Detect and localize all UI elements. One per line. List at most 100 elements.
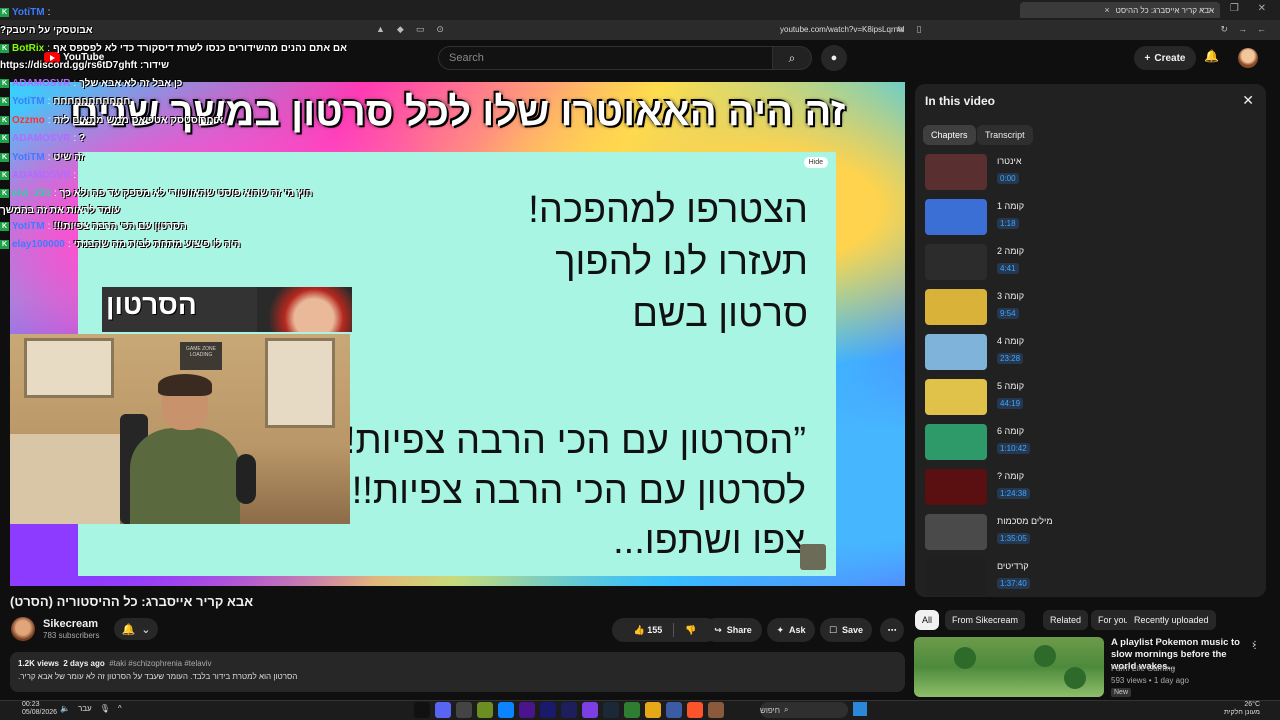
search-input[interactable]: Search	[438, 46, 774, 70]
screen-icon[interactable]: ▭	[416, 24, 425, 35]
share-label: Share	[726, 625, 752, 635]
chapter-timestamp[interactable]: 1:35:05	[997, 533, 1030, 544]
chapter-item[interactable]: קומה 3 9:54	[925, 289, 1255, 327]
app-icon[interactable]	[498, 702, 514, 718]
tab-transcript[interactable]: Transcript	[977, 125, 1033, 145]
back-icon[interactable]: →	[1238, 24, 1247, 35]
language-indicator[interactable]: עבר	[78, 704, 92, 713]
rec-more-icon[interactable]: ⋮	[1250, 640, 1260, 651]
app-icon[interactable]	[477, 702, 493, 718]
chat-username[interactable]: YotiTM	[12, 221, 45, 232]
volume-icon[interactable]: 🔈	[60, 704, 70, 713]
chapter-timestamp[interactable]: 0:00	[997, 173, 1019, 184]
chat-username[interactable]: BotRix	[12, 43, 44, 54]
chat-username[interactable]: elay100000	[12, 239, 65, 250]
brave-icon[interactable]	[687, 702, 703, 718]
chapter-item[interactable]: קומה 4 23:28	[925, 334, 1255, 372]
filter-chip[interactable]: Recently uploaded	[1127, 610, 1216, 630]
chapter-timestamp[interactable]: 1:10:42	[997, 443, 1030, 454]
steam-icon[interactable]	[603, 702, 619, 718]
chat-username[interactable]: YotiTM	[12, 7, 45, 18]
chapter-item[interactable]: מילים מסכמות 1:35:05	[925, 514, 1255, 552]
filter-chip[interactable]: All	[915, 610, 940, 630]
chapter-timestamp[interactable]: 44:19	[997, 398, 1024, 409]
chat-username[interactable]: ADAMOSVR	[12, 170, 70, 181]
chat-username[interactable]: Ozzmo	[12, 115, 45, 126]
bookmark-icon[interactable]: ▯	[917, 24, 922, 35]
streamer-hair	[158, 374, 212, 396]
like-button[interactable]: 👍 155	[634, 625, 663, 636]
video-player[interactable]: זה היה האאוטרו שלו לכל סרטון במשך שנים H…	[10, 82, 905, 586]
tray-chevron-icon[interactable]: ^	[118, 704, 122, 713]
chat-username[interactable]: YotiTM	[12, 152, 45, 163]
shield-icon[interactable]: ◆	[397, 24, 404, 35]
save-button[interactable]: ☐ Save	[820, 618, 872, 642]
chapter-timestamp[interactable]: 4:41	[997, 263, 1019, 274]
filter-chip[interactable]: From Sikecream	[945, 610, 1026, 630]
app-icon[interactable]	[666, 702, 682, 718]
share-icon[interactable]: ⊙	[436, 24, 444, 35]
more-actions-button[interactable]: ⋯	[880, 618, 904, 642]
after-effects-icon[interactable]	[540, 702, 556, 718]
chat-username[interactable]: ADAMOSVR	[12, 78, 70, 89]
hide-button[interactable]: Hide	[803, 157, 828, 168]
chapter-item[interactable]: קומה 2 4:41	[925, 244, 1255, 282]
clock[interactable]: 00:23 05/08/2026	[22, 701, 57, 717]
voice-search-button[interactable]: ●	[821, 45, 847, 71]
forward-icon[interactable]: ←	[1257, 24, 1266, 35]
chapter-item[interactable]: קרדיטים 1:37:40	[925, 559, 1255, 597]
chapter-timestamp[interactable]: 23:28	[997, 353, 1024, 364]
dislike-icon[interactable]: 👎	[685, 625, 696, 636]
translate-icon[interactable]: ⇆	[897, 24, 905, 35]
tab-chapters[interactable]: Chapters	[923, 125, 976, 145]
search-button[interactable]: ⌕	[772, 46, 812, 70]
webcam-window	[265, 338, 335, 428]
premiere-icon[interactable]	[561, 702, 577, 718]
warning-icon[interactable]: ▲	[376, 24, 385, 35]
chapter-name: קרדיטים	[997, 561, 1029, 571]
url-text[interactable]: youtube.com/watch?v=K8ipsLqrnel	[780, 25, 904, 34]
discord-icon[interactable]	[435, 702, 451, 718]
chat-username[interactable]: ADAMOSVR	[12, 133, 70, 144]
tab-close-icon[interactable]: ×	[1104, 5, 1109, 15]
reload-icon[interactable]: ↻	[1220, 24, 1228, 35]
close-icon[interactable]: ✕	[1242, 92, 1254, 109]
chapter-timestamp[interactable]: 1:18	[997, 218, 1019, 229]
channel-avatar[interactable]	[11, 617, 35, 641]
chapter-timestamp[interactable]: 9:54	[997, 308, 1019, 319]
folder-icon[interactable]	[645, 702, 661, 718]
taskbar-search[interactable]: ⌕ חיפוש	[760, 702, 848, 718]
share-button[interactable]: ↪ Share	[704, 618, 762, 642]
browser-tab-active[interactable]: אבא קריר אייסברג: כל ההיסט ×	[1020, 2, 1220, 18]
weather-widget[interactable]: 26°C מעונן חלקית	[1224, 701, 1260, 717]
chat-username[interactable]: eivi_231	[12, 188, 51, 199]
app-icon[interactable]	[456, 702, 472, 718]
app-icon[interactable]	[519, 702, 535, 718]
window-controls[interactable]: — ❐ ✕	[1201, 3, 1274, 14]
create-button[interactable]: + Create	[1134, 46, 1196, 70]
chapter-item[interactable]: קומה ? 1:24:38	[925, 469, 1255, 507]
mic-tray-icon[interactable]: 🎙	[100, 704, 110, 713]
hashtags[interactable]: #taki #schizophrenia #telaviv	[109, 659, 211, 668]
channel-name[interactable]: Sikecream	[43, 618, 98, 630]
recommendation-channel[interactable]: Farm Life Gaming	[1111, 664, 1175, 673]
recommendation-thumbnail[interactable]	[914, 637, 1104, 697]
notifications-bell-icon[interactable]: 🔔	[1204, 49, 1219, 63]
chapter-item[interactable]: אינטרו 0:00	[925, 154, 1255, 192]
filter-chip[interactable]: Related	[1043, 610, 1089, 630]
chapter-timestamp[interactable]: 1:24:38	[997, 488, 1030, 499]
app-icon[interactable]	[708, 702, 724, 718]
chapter-item[interactable]: קומה 6 1:10:42	[925, 424, 1255, 462]
chat-username[interactable]: YotiTM	[12, 96, 45, 107]
app-icon[interactable]	[624, 702, 640, 718]
app-icon[interactable]	[414, 702, 430, 718]
app-icon[interactable]	[582, 702, 598, 718]
account-avatar[interactable]	[1238, 48, 1258, 68]
chapter-timestamp[interactable]: 1:37:40	[997, 578, 1030, 589]
chapter-item[interactable]: קומה 5 44:19	[925, 379, 1255, 417]
kick-badge-icon: K	[0, 115, 9, 125]
chapter-item[interactable]: קומה 1 1:18	[925, 199, 1255, 237]
ask-button[interactable]: ✦ Ask	[767, 618, 815, 642]
subscribed-button[interactable]: 🔔 ⌄	[114, 618, 158, 640]
windows-start-icon[interactable]	[853, 702, 867, 716]
